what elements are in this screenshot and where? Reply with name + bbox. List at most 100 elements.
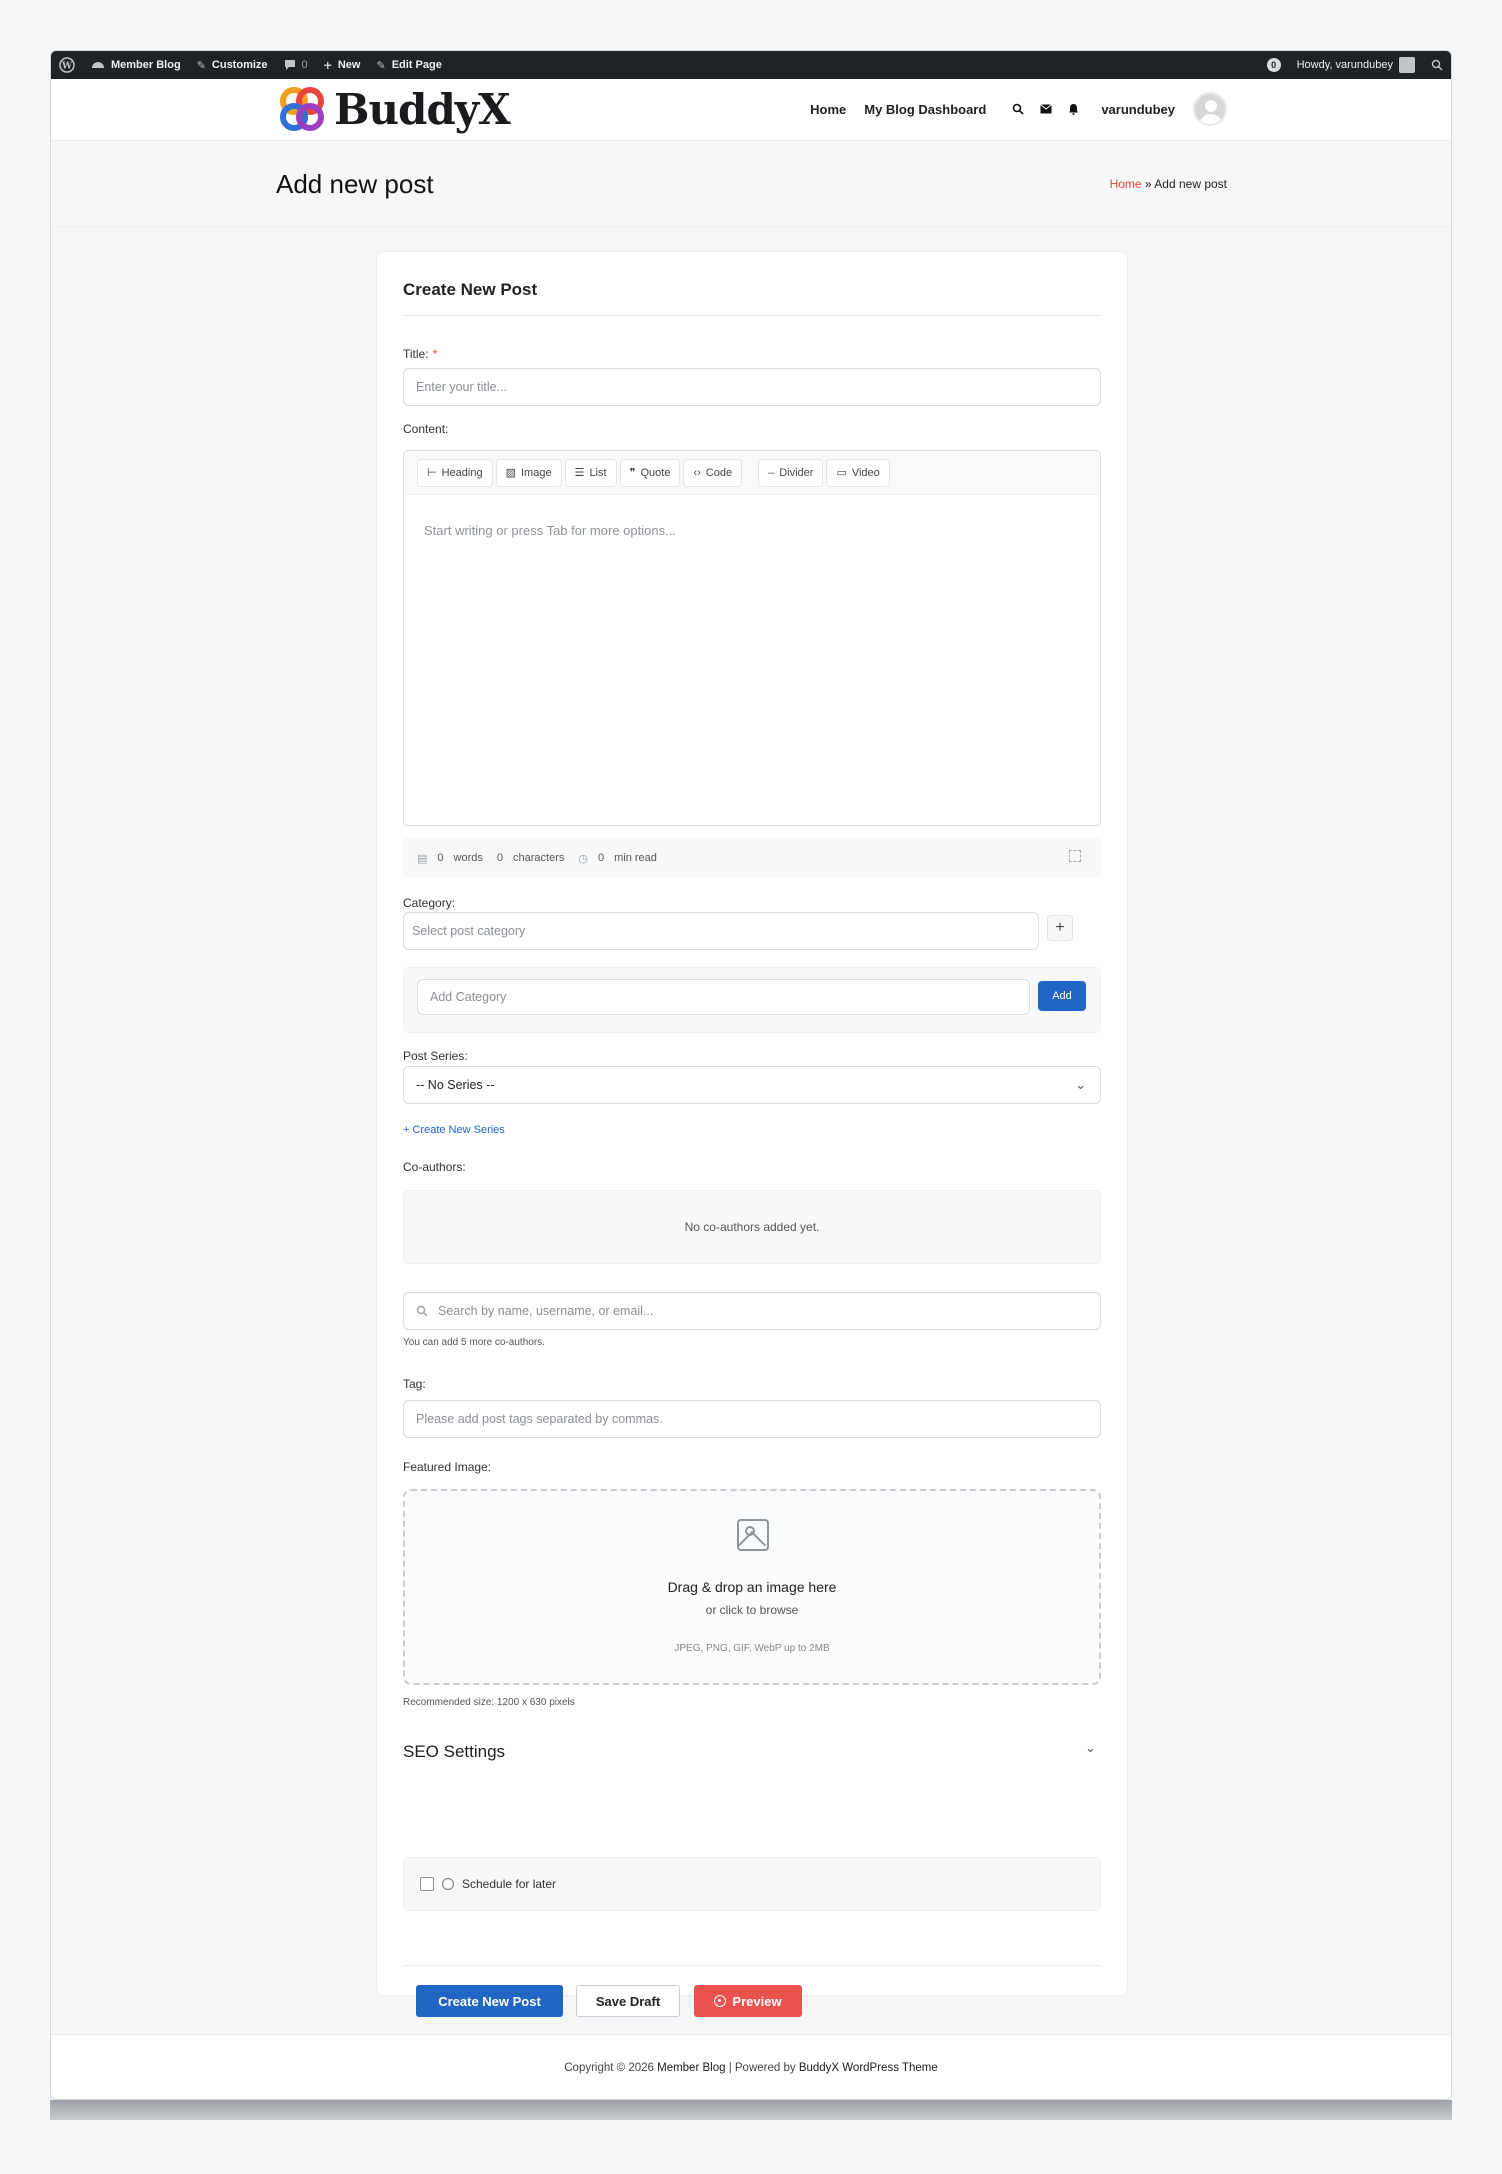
brush-icon: ✎ <box>196 59 206 72</box>
image-tool-label: Image <box>520 466 552 479</box>
series-select[interactable]: -- No Series -- ⌄ <box>403 1066 1101 1104</box>
plus-icon: + <box>323 57 332 73</box>
breadcrumb-home-link[interactable]: Home <box>1110 177 1142 191</box>
words-label: words <box>453 852 483 864</box>
read-count: 0 <box>597 852 605 864</box>
site-logo[interactable]: BuddyX <box>276 83 511 135</box>
buddyx-logo-icon <box>280 87 324 131</box>
footer-powered-by: | Powered by <box>725 2062 799 2074</box>
create-series-link[interactable]: + Create New Series <box>403 1124 505 1136</box>
preview-button[interactable]: Preview <box>694 1985 802 2017</box>
schedule-checkbox[interactable] <box>420 1877 434 1891</box>
series-label: Post Series: <box>403 1049 468 1063</box>
category-select[interactable]: Select post category <box>403 912 1039 950</box>
admin-customize-label: Customize <box>211 59 268 71</box>
svg-text:W: W <box>61 62 73 72</box>
create-post-button[interactable]: Create New Post <box>416 1985 563 2017</box>
coauthor-search-placeholder: Search by name, username, or email... <box>438 1304 654 1318</box>
user-avatar[interactable] <box>1193 92 1227 126</box>
category-label: Category: <box>403 896 456 910</box>
chevron-down-icon[interactable]: ⌄ <box>1085 1740 1096 1756</box>
admin-account[interactable]: Howdy, varundubey <box>1289 51 1423 79</box>
chevron-down-icon: ⌄ <box>1075 1077 1086 1092</box>
quote-tool-label: Quote <box>640 466 671 479</box>
footer-site-link[interactable]: Member Blog <box>657 2062 725 2074</box>
footer-theme-link[interactable]: BuddyX WordPress Theme <box>799 2062 938 2074</box>
search-icon <box>1431 59 1443 71</box>
image-icon: ▨ <box>505 467 516 479</box>
list-icon: ☰ <box>574 467 585 479</box>
quote-tool-button[interactable]: ❞ Quote <box>619 458 681 487</box>
divider-icon: – <box>768 466 775 479</box>
featured-image-label: Featured Image: <box>403 1460 492 1474</box>
chars-count: 0 <box>496 852 503 864</box>
dropzone-file-types: JPEG, PNG, GIF, WebP up to 2MB <box>674 1643 830 1654</box>
wordpress-logo-button[interactable]: W <box>51 51 83 79</box>
category-placeholder: Select post category <box>412 924 526 938</box>
admin-edit-page-label: Edit Page <box>391 59 442 71</box>
breadcrumb-current: Add new post <box>1154 177 1227 191</box>
series-value: -- No Series -- <box>416 1078 495 1092</box>
video-icon: ▭ <box>836 467 847 479</box>
page-title-bar: Add new post Home » Add new post <box>51 141 1451 227</box>
mail-icon[interactable] <box>1040 104 1053 114</box>
admin-notifications[interactable]: 0 <box>1259 51 1289 79</box>
add-category-input[interactable]: Add Category <box>417 979 1030 1015</box>
featured-image-dropzone[interactable]: Drag & drop an image here or click to br… <box>403 1489 1101 1685</box>
content-label: Content: <box>403 422 449 436</box>
document-icon: ▤ <box>417 852 428 865</box>
main-nav: Home My Blog Dashboard varundubey <box>810 89 1227 129</box>
list-tool-button[interactable]: ☰ List <box>564 458 617 487</box>
bell-icon[interactable] <box>1068 103 1079 115</box>
title-input[interactable]: Enter your title... <box>403 368 1101 406</box>
image-icon <box>737 1519 769 1551</box>
form-heading: Create New Post <box>403 280 538 299</box>
add-category-toggle-button[interactable]: + <box>1047 915 1073 941</box>
list-tool-label: List <box>589 466 607 479</box>
logo-text: BuddyX <box>334 84 511 134</box>
dropzone-subtitle: or click to browse <box>705 1603 799 1617</box>
admin-site-name[interactable]: Member Blog <box>83 51 189 79</box>
footer-copyright: Copyright © 2026 <box>564 2062 658 2074</box>
image-tool-button[interactable]: ▨ Image <box>495 458 562 487</box>
breadcrumb: Home » Add new post <box>1110 177 1227 191</box>
fullscreen-icon[interactable] <box>1069 850 1081 862</box>
coauthors-empty-state: No co-authors added yet. <box>403 1190 1101 1264</box>
coauthor-help-text: You can add 5 more co-authors. <box>403 1337 545 1348</box>
seo-settings-heading[interactable]: SEO Settings <box>403 1742 505 1762</box>
content-editor[interactable]: ⊢ Heading ▨ Image ☰ List ❞ Quote ‹› Code – Div… <box>403 450 1101 826</box>
clock-icon <box>442 1878 454 1890</box>
admin-comments[interactable]: 0 <box>276 51 316 79</box>
editor-toolbar: ⊢ Heading ▨ Image ☰ List ❞ Quote ‹› Code – Div… <box>404 451 1100 495</box>
heading-tool-button[interactable]: ⊢ Heading <box>417 458 493 487</box>
browser-window: W Member Blog ✎ Customize 0 + New ✎ Edit… <box>50 50 1452 2100</box>
video-tool-button[interactable]: ▭ Video <box>826 458 890 487</box>
divider-tool-button[interactable]: – Divider <box>758 458 824 487</box>
notification-count-badge: 0 <box>1266 58 1281 72</box>
nav-username[interactable]: varundubey <box>1101 102 1175 117</box>
title-input-placeholder: Enter your title... <box>416 380 508 394</box>
admin-new[interactable]: + New <box>316 51 369 79</box>
admin-search[interactable] <box>1423 51 1451 79</box>
code-tool-button[interactable]: ‹› Code <box>683 458 743 487</box>
save-draft-button[interactable]: Save Draft <box>576 1985 680 2017</box>
read-label: min read <box>614 852 657 864</box>
admin-customize[interactable]: ✎ Customize <box>189 51 276 79</box>
add-category-button[interactable]: Add <box>1038 981 1086 1011</box>
comment-icon <box>284 60 295 70</box>
admin-edit-page[interactable]: ✎ Edit Page <box>368 51 449 79</box>
create-post-card: Create New Post Title: * Enter your title… <box>376 251 1128 2017</box>
words-count: 0 <box>437 852 444 864</box>
dropzone-title: Drag & drop an image here <box>667 1579 837 1595</box>
tag-input[interactable]: Please add post tags separated by commas… <box>403 1400 1101 1438</box>
nav-home[interactable]: Home <box>810 102 846 117</box>
coauthor-search-input[interactable]: Search by name, username, or email... <box>403 1292 1101 1330</box>
site-footer: Copyright © 2026 Member Blog | Powered b… <box>51 2034 1451 2099</box>
search-icon[interactable] <box>1012 103 1024 115</box>
eye-icon <box>714 1995 727 2007</box>
nav-my-blog-dashboard[interactable]: My Blog Dashboard <box>864 102 986 117</box>
page-title: Add new post <box>276 169 434 199</box>
admin-site-name-label: Member Blog <box>111 59 181 71</box>
schedule-panel: Schedule for later <box>403 1857 1101 1911</box>
heading-divider <box>403 315 1101 316</box>
